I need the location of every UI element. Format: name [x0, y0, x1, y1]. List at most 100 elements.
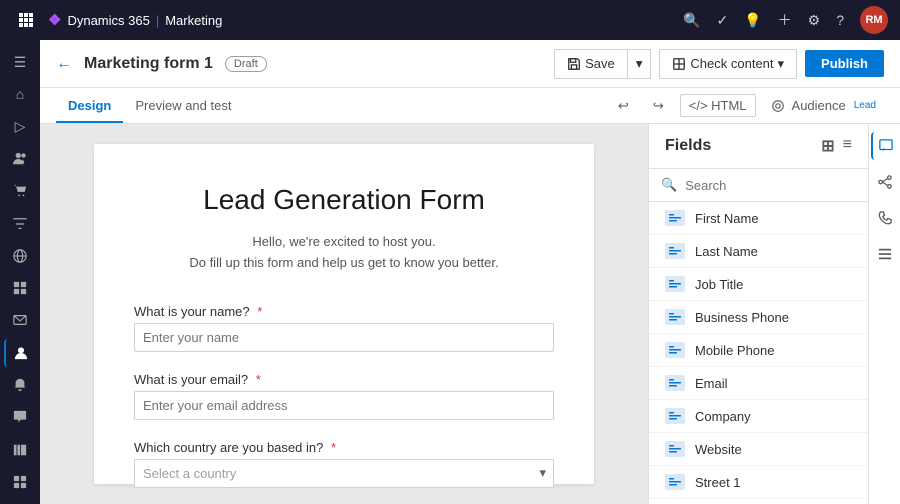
sidebar-item-play[interactable]: ▷ — [4, 113, 36, 141]
save-dropdown-button[interactable]: ▾ — [627, 50, 651, 78]
publish-button[interactable]: Publish — [805, 50, 884, 77]
fields-list-icon[interactable]: ≡ — [843, 136, 852, 156]
help-icon[interactable]: ? — [836, 12, 844, 28]
fields-panel-title: Fields — [665, 137, 711, 155]
form-subtitle: Hello, we're excited to host you. Do fil… — [134, 232, 554, 274]
list-item[interactable]: Street 2 — [649, 499, 868, 504]
field-type-icon — [665, 474, 685, 490]
list-item[interactable]: Company — [649, 400, 868, 433]
fields-list: First Name Last Name Job Title — [649, 202, 868, 504]
back-button[interactable]: ← — [56, 55, 72, 73]
list-item[interactable]: Email — [649, 367, 868, 400]
right-action-phone[interactable] — [871, 204, 899, 232]
field-type-icon — [665, 276, 685, 292]
list-item[interactable]: Last Name — [649, 235, 868, 268]
app-layout: ☰ ⌂ ▷ — [0, 40, 900, 504]
list-item[interactable]: Website — [649, 433, 868, 466]
search-icon: 🔍 — [661, 177, 677, 193]
save-button-group: Save ▾ — [554, 49, 651, 79]
d365-logo: ❖ — [48, 11, 61, 29]
field-item-name: Website — [695, 442, 742, 457]
header-actions: Save ▾ Check content ▾ Publish — [554, 49, 884, 79]
sidebar-item-home[interactable]: ⌂ — [4, 80, 36, 108]
list-item[interactable]: Street 1 — [649, 466, 868, 499]
redo-button[interactable]: ↪ — [645, 94, 672, 118]
form-card: Lead Generation Form Hello, we're excite… — [94, 144, 594, 484]
tab-design[interactable]: Design — [56, 90, 123, 123]
form-field-email: What is your email? * — [134, 372, 554, 420]
undo-button[interactable]: ↩ — [610, 94, 637, 118]
page-title: Marketing form 1 — [84, 55, 213, 73]
fields-header-icons: ⊞ ≡ — [821, 136, 852, 156]
field-item-name: Mobile Phone — [695, 343, 775, 358]
settings-icon[interactable]: ⚙ — [808, 12, 821, 29]
required-mark-email: * — [256, 372, 261, 387]
fields-search-box: 🔍 — [649, 169, 868, 202]
audience-button[interactable]: Audience Lead — [764, 94, 884, 117]
avatar[interactable]: RM — [860, 6, 888, 34]
field-type-icon — [665, 408, 685, 424]
bulb-icon[interactable]: 💡 — [744, 12, 761, 29]
right-action-chat[interactable] — [871, 132, 899, 160]
form-input-name[interactable] — [134, 323, 554, 352]
form-field-country: Which country are you based in? * Select… — [134, 440, 554, 488]
right-actions — [868, 124, 900, 504]
check-content-button[interactable]: Check content ▾ — [659, 49, 797, 79]
fields-grid-icon[interactable]: ⊞ — [821, 136, 834, 156]
field-item-name: Business Phone — [695, 310, 789, 325]
save-button[interactable]: Save — [555, 50, 627, 77]
fields-search-input[interactable] — [685, 178, 861, 193]
html-button[interactable]: </> HTML — [680, 94, 756, 117]
app-grid-icon[interactable] — [12, 6, 40, 34]
right-action-share[interactable] — [871, 168, 899, 196]
field-type-icon — [665, 210, 685, 226]
sidebar-item-menu[interactable]: ☰ — [4, 48, 36, 76]
form-label-email: What is your email? * — [134, 372, 554, 387]
app-separator: | — [156, 13, 159, 28]
sidebar-item-chat[interactable] — [4, 403, 36, 431]
field-item-name: Company — [695, 409, 751, 424]
list-item[interactable]: First Name — [649, 202, 868, 235]
select-arrow-icon: ▾ — [539, 465, 546, 481]
field-type-icon — [665, 342, 685, 358]
field-item-name: Last Name — [695, 244, 758, 259]
right-action-list[interactable] — [871, 240, 899, 268]
sidebar-item-globe[interactable] — [4, 242, 36, 270]
form-field-name: What is your name? * — [134, 304, 554, 352]
form-label-country: Which country are you based in? * — [134, 440, 554, 455]
sidebar-item-library[interactable] — [4, 435, 36, 463]
list-item[interactable]: Job Title — [649, 268, 868, 301]
plus-icon[interactable]: ＋ — [778, 10, 792, 30]
required-mark-country: * — [331, 440, 336, 455]
sidebar-item-people[interactable] — [4, 145, 36, 173]
sidebar-item-apps[interactable] — [4, 468, 36, 496]
sidebar-item-filter[interactable] — [4, 209, 36, 237]
tab-preview[interactable]: Preview and test — [123, 90, 243, 123]
form-title: Lead Generation Form — [134, 184, 554, 216]
form-select-country[interactable]: Select a country — [134, 459, 554, 488]
list-item[interactable]: Mobile Phone — [649, 334, 868, 367]
app-module: Marketing — [165, 13, 222, 28]
page-header: ← Marketing form 1 Draft Save ▾ Check co… — [40, 40, 900, 88]
sidebar-item-mail[interactable] — [4, 306, 36, 334]
fields-panel-header: Fields ⊞ ≡ — [649, 124, 868, 169]
form-input-email[interactable] — [134, 391, 554, 420]
form-label-name: What is your name? * — [134, 304, 554, 319]
check-circle-icon[interactable]: ✓ — [716, 12, 728, 29]
list-item[interactable]: Business Phone — [649, 301, 868, 334]
app-name: Dynamics 365 — [67, 13, 149, 28]
sidebar: ☰ ⌂ ▷ — [0, 40, 40, 504]
toolbar-tabs: Design Preview and test ↩ ↪ </> HTML Aud… — [40, 88, 900, 124]
required-mark-name: * — [257, 304, 262, 319]
sidebar-item-grid2[interactable] — [4, 274, 36, 302]
editor-layout: Lead Generation Form Hello, we're excite… — [40, 124, 900, 504]
sidebar-item-bell[interactable] — [4, 371, 36, 399]
search-icon[interactable]: 🔍 — [683, 12, 700, 29]
field-type-icon — [665, 441, 685, 457]
app-brand: ❖ Dynamics 365 | Marketing — [48, 11, 222, 29]
field-item-name: First Name — [695, 211, 759, 226]
sidebar-item-person[interactable] — [4, 339, 36, 367]
status-badge: Draft — [225, 56, 267, 72]
sidebar-item-shopping[interactable] — [4, 177, 36, 205]
field-item-name: Job Title — [695, 277, 743, 292]
